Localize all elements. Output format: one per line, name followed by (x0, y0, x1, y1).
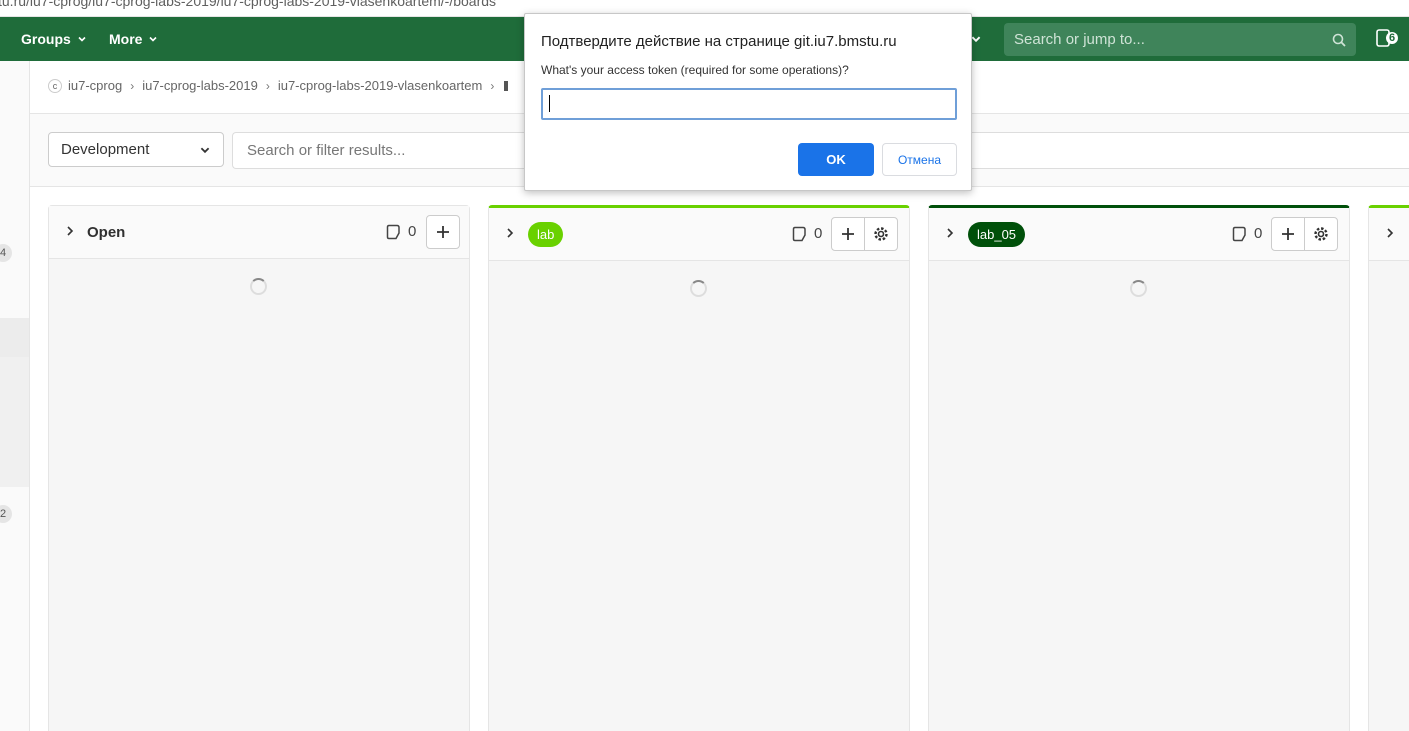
todos-link[interactable]: 6 (1376, 29, 1399, 47)
list-settings-button[interactable] (864, 217, 898, 251)
sidebar-subnav[interactable] (0, 357, 29, 487)
issue-count: 0 (1232, 225, 1262, 242)
chevron-right-icon: › (490, 78, 495, 93)
issue-count-value: 0 (1254, 225, 1263, 242)
chevron-right-icon: › (265, 78, 270, 93)
chevron-down-icon (149, 36, 158, 42)
list-title: Open (87, 224, 126, 241)
chevron-right-icon[interactable] (945, 227, 955, 239)
board-selector[interactable]: Development (48, 132, 224, 167)
text-cursor (549, 95, 550, 112)
breadcrumb: c iu7-cprog › iu7-cprog-labs-2019 › iu7-… (48, 78, 509, 93)
project-sidebar: 4 2 (0, 61, 30, 731)
list-header: lab_05 0 (929, 208, 1349, 261)
issue-count-value: 0 (814, 225, 823, 242)
list-header: Open 0 (49, 206, 469, 259)
sidebar-item-boards[interactable] (0, 318, 29, 357)
plus-icon (842, 228, 854, 240)
sidebar-count-badge: 4 (0, 244, 12, 262)
add-issue-button[interactable] (1271, 217, 1305, 251)
loading-spinner (1130, 280, 1147, 297)
cancel-button[interactable]: Отмена (882, 143, 957, 176)
todo-count-badge: 6 (1386, 32, 1399, 44)
label-pill-lab[interactable]: lab (528, 222, 564, 247)
browser-prompt-dialog: Подтвердите действие на странице git.iu7… (524, 13, 972, 191)
gear-icon (1314, 227, 1328, 241)
add-issue-button[interactable] (831, 217, 865, 251)
loading-spinner (690, 280, 707, 297)
chevron-right-icon[interactable] (1385, 227, 1395, 239)
plus-icon (1282, 228, 1294, 240)
chevron-right-icon[interactable] (505, 227, 515, 239)
issue-count-value: 0 (408, 223, 417, 240)
chevron-right-icon: › (130, 78, 135, 93)
list-settings-button[interactable] (1304, 217, 1338, 251)
issues-icon (792, 226, 806, 241)
more-label: More (109, 31, 143, 47)
global-search-input[interactable] (1014, 31, 1332, 48)
board-list-lab: lab 0 (488, 205, 910, 731)
chevron-right-icon[interactable] (65, 225, 75, 237)
label-pill-lab-05[interactable]: lab_05 (968, 222, 1026, 247)
board-list-partial (1368, 205, 1409, 731)
url-text: tu.ru/iu7-cprog/iu7-cprog-labs-2019/iu7-… (0, 0, 497, 9)
board-selector-label: Development (61, 141, 150, 158)
ok-button[interactable]: OK (798, 143, 874, 176)
breadcrumb-item[interactable]: iu7-cprog-labs-2019-vlasenkoartem (278, 78, 483, 93)
sidebar-count-badge: 2 (0, 505, 12, 523)
add-issue-button[interactable] (426, 215, 460, 249)
breadcrumb-item[interactable]: iu7-cprog-labs-2019 (142, 78, 258, 93)
issues-icon (386, 224, 400, 239)
groups-menu[interactable]: Groups (21, 17, 87, 61)
access-token-input[interactable] (541, 88, 957, 120)
chevron-down-icon (78, 36, 86, 42)
issue-count: 0 (386, 223, 416, 240)
dialog-title: Подтвердите действие на странице git.iu7… (541, 33, 897, 50)
group-avatar: c (48, 78, 62, 93)
list-header: lab 0 (489, 208, 909, 261)
groups-label: Groups (21, 31, 71, 47)
board-list-lab-05: lab_05 0 (928, 205, 1350, 731)
issue-count: 0 (792, 225, 822, 242)
search-icon (1332, 33, 1346, 47)
gear-icon (874, 227, 888, 241)
chevron-down-icon (200, 147, 210, 153)
plus-icon (437, 226, 449, 238)
dialog-message: What's your access token (required for s… (541, 63, 849, 77)
issues-icon (1232, 226, 1246, 241)
board-list-open: Open 0 (48, 205, 470, 731)
list-header (1369, 208, 1409, 261)
breadcrumb-truncated (504, 80, 509, 91)
loading-spinner (250, 278, 267, 295)
global-search[interactable] (1004, 23, 1356, 56)
breadcrumb-item[interactable]: iu7-cprog (68, 78, 122, 93)
more-menu[interactable]: More (109, 17, 158, 61)
